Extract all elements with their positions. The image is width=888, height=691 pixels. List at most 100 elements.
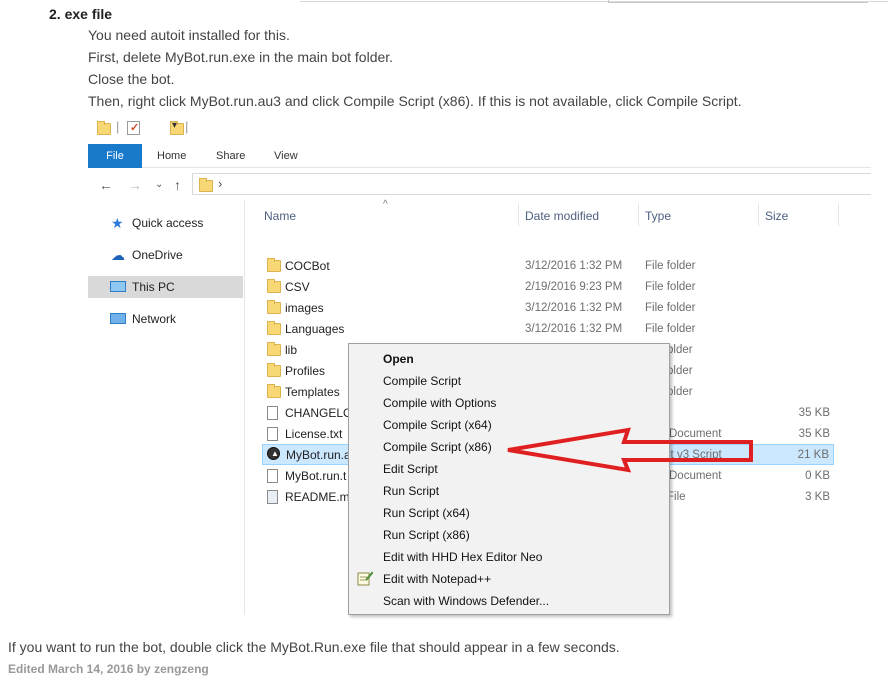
menu-item-compile-script-x86[interactable]: Compile Script (x86) [383, 440, 492, 454]
file-type: File folder [645, 260, 696, 272]
tab-share[interactable]: Share [216, 150, 245, 162]
column-divider[interactable] [638, 204, 639, 226]
file-type: older [667, 365, 693, 377]
sort-up-icon: ^ [383, 199, 388, 210]
menu-item-compile-with-options[interactable]: Compile with Options [383, 396, 496, 410]
cloud-icon: ☁ [111, 247, 125, 263]
sidebar-item-label: Quick access [132, 216, 204, 230]
file-name: lib [285, 343, 298, 357]
column-header-date-modified[interactable]: Date modified [525, 209, 599, 223]
back-icon[interactable]: ← [99, 177, 113, 193]
customize-dropdown-icon[interactable]: ▾ [172, 120, 177, 131]
recent-locations-icon[interactable]: ⌄ [155, 179, 163, 190]
column-header-name[interactable]: Name [264, 209, 296, 223]
separator-icon: | [185, 119, 189, 134]
file-name: README.mc [285, 490, 356, 504]
sidebar-item-onedrive[interactable]: ☁ OneDrive [88, 244, 243, 266]
file-date: 3/12/2016 1:32 PM [525, 323, 623, 335]
document-icon [267, 469, 278, 483]
autoit-icon: ▲ [267, 447, 280, 460]
edited-note: Edited March 14, 2016 by zengzeng [8, 662, 209, 676]
properties-icon[interactable]: ✓ [127, 121, 140, 135]
address-bar[interactable]: › [192, 173, 871, 195]
folder-icon [267, 363, 281, 377]
menu-item-compile-script-x64[interactable]: Compile Script (x64) [383, 418, 492, 432]
menu-item-run-script[interactable]: Run Script [383, 484, 439, 498]
file-name: MyBot.run.t [285, 469, 347, 483]
column-header-type[interactable]: Type [645, 209, 671, 223]
document-icon [267, 490, 278, 504]
file-name: images [285, 301, 324, 315]
column-divider[interactable] [758, 204, 759, 226]
document-icon [267, 427, 278, 441]
folder-icon [267, 342, 281, 356]
file-size: 35 KB [798, 407, 830, 419]
folder-icon [267, 384, 281, 398]
instruction-line: Then, right click MyBot.run.au3 and clic… [88, 93, 742, 109]
file-name: CSV [285, 280, 310, 294]
menu-item-open[interactable]: Open [383, 352, 414, 366]
forward-icon[interactable]: → [128, 177, 142, 193]
sidebar-item-quick-access[interactable]: ★ Quick access [88, 212, 243, 234]
section-heading: 2. exe file [49, 6, 113, 22]
sidebar-item-network[interactable]: Network [88, 308, 243, 330]
file-name: Languages [285, 322, 345, 336]
folder-icon [199, 178, 213, 192]
folder-icon [267, 300, 281, 314]
file-name: Templates [285, 385, 340, 399]
file-size: 0 KB [805, 470, 830, 482]
sidebar-item-label: Network [132, 312, 177, 326]
menu-item-run-script-x64[interactable]: Run Script (x64) [383, 506, 470, 520]
column-header-size[interactable]: Size [765, 209, 788, 223]
sidebar-item-label: This PC [132, 280, 175, 294]
menu-item-run-script-x86[interactable]: Run Script (x86) [383, 528, 470, 542]
sidebar-item-label: OneDrive [132, 248, 183, 262]
monitor-icon [110, 281, 126, 292]
column-divider[interactable] [838, 204, 839, 226]
quick-access-toolbar: | ✓ ▾ | [96, 119, 206, 137]
menu-item-compile-script[interactable]: Compile Script [383, 374, 461, 388]
file-row[interactable]: CSV 2/19/2016 9:23 PM File folder [262, 277, 834, 298]
file-name: Profiles [285, 364, 326, 378]
file-row[interactable]: Languages 3/12/2016 1:32 PM File folder [262, 319, 834, 340]
notepad-plus-plus-icon [357, 570, 374, 586]
file-name: CHANGELO [285, 406, 353, 420]
ribbon-bar [88, 144, 871, 168]
tab-file[interactable]: File [88, 144, 142, 168]
file-name: MyBot.run.a [286, 448, 351, 462]
menu-item-edit-notepad-plus-plus[interactable]: Edit with Notepad++ [383, 572, 491, 586]
file-row[interactable]: images 3/12/2016 1:32 PM File folder [262, 298, 834, 319]
instruction-line: You need autoit installed for this. [88, 27, 290, 43]
instruction-line: First, delete MyBot.run.exe in the main … [88, 49, 394, 65]
file-type: File folder [645, 302, 696, 314]
star-icon: ★ [111, 215, 124, 231]
annotation-arrow [507, 427, 753, 473]
menu-item-edit-hex-editor[interactable]: Edit with HHD Hex Editor Neo [383, 550, 542, 564]
folder-icon [267, 321, 281, 335]
tab-view[interactable]: View [274, 150, 298, 162]
pane-divider [244, 200, 245, 615]
folder-icon [267, 258, 281, 272]
sidebar-item-this-pc[interactable]: This PC [88, 276, 243, 298]
column-divider[interactable] [518, 204, 519, 226]
file-size: 35 KB [798, 428, 830, 440]
folder-icon[interactable] [97, 121, 111, 135]
file-name: COCBot [285, 259, 330, 273]
file-type: File folder [645, 281, 696, 293]
up-icon[interactable]: ↑ [174, 177, 181, 193]
file-type: older [667, 344, 693, 356]
file-name: License.txt [285, 427, 343, 441]
file-size: 3 KB [805, 491, 830, 503]
file-row[interactable]: COCBot 3/12/2016 1:32 PM File folder [262, 256, 834, 277]
network-icon [110, 313, 126, 324]
menu-item-edit-script[interactable]: Edit Script [383, 462, 438, 476]
menu-item-scan-windows-defender[interactable]: Scan with Windows Defender... [383, 594, 549, 608]
folder-icon [267, 279, 281, 293]
file-type: File folder [645, 323, 696, 335]
footer-instruction: If you want to run the bot, double click… [8, 639, 620, 655]
file-date: 3/12/2016 1:32 PM [525, 302, 623, 314]
tab-home[interactable]: Home [157, 150, 186, 162]
file-date: 3/12/2016 1:32 PM [525, 260, 623, 272]
breadcrumb-chevron-icon[interactable]: › [218, 176, 222, 191]
file-size: 21 KB [797, 449, 829, 461]
